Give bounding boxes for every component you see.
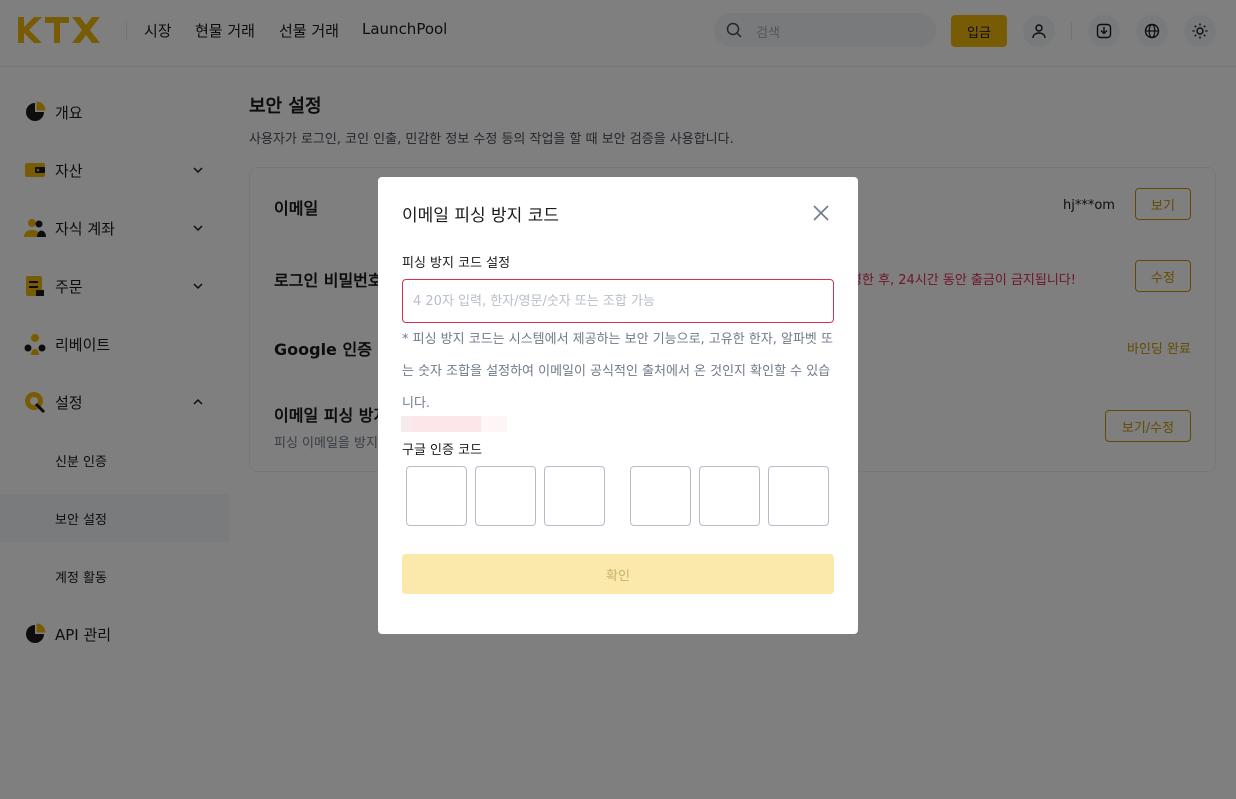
google-code-digit-5[interactable] — [699, 466, 760, 526]
google-code-digit-1[interactable] — [406, 466, 467, 526]
google-code-digit-6[interactable] — [768, 466, 829, 526]
modal-title: 이메일 피싱 방지 코드 — [402, 206, 559, 226]
phishing-code-modal: 이메일 피싱 방지 코드 피싱 방지 코드 설정 * 피싱 방지 코드는 시스템… — [378, 177, 858, 634]
phishing-code-hint: * 피싱 방지 코드는 시스템에서 제공하는 보안 기능으로, 고유한 한자, … — [402, 332, 833, 411]
google-code-digit-3[interactable] — [544, 466, 605, 526]
google-code-digit-4[interactable] — [630, 466, 691, 526]
google-code-digit-2[interactable] — [475, 466, 536, 526]
google-code-label: 구글 인증 코드 — [402, 443, 483, 458]
error-highlight — [401, 416, 507, 432]
phishing-code-input[interactable] — [402, 279, 834, 323]
phishing-code-label: 피싱 방지 코드 설정 — [402, 256, 511, 271]
confirm-button[interactable]: 확인 — [402, 554, 834, 594]
close-icon[interactable] — [811, 203, 831, 223]
